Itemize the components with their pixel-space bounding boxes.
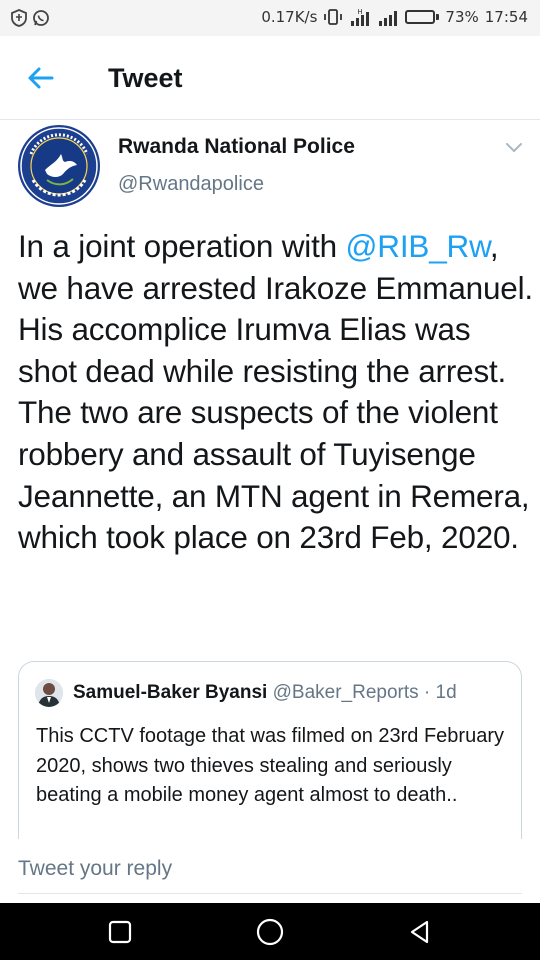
quote-author-handle: @Baker_Reports (272, 682, 419, 703)
back-triangle-icon (410, 920, 429, 944)
tweet-text: In a joint operation with @RIB_Rw, we ha… (18, 226, 534, 559)
shield-icon (11, 9, 27, 27)
home-circle-icon (256, 918, 284, 946)
author-name[interactable]: Rwanda National Police (118, 135, 355, 159)
status-left-icons (10, 9, 50, 27)
quote-author-name: Samuel-Baker Byansi (73, 682, 268, 703)
recents-square-icon (108, 920, 132, 944)
app-header: Tweet (0, 36, 540, 120)
home-button[interactable] (255, 917, 285, 947)
svg-text:H: H (358, 8, 363, 16)
author-handle[interactable]: @Rwandapolice (118, 173, 264, 196)
back-arrow-icon (28, 67, 54, 89)
status-bar: 0.17K/s H 73% 17:54 (0, 0, 540, 36)
whatsapp-icon (33, 10, 49, 26)
chevron-down-icon (506, 143, 522, 152)
quoted-tweet[interactable]: Samuel-Baker Byansi @Baker_Reports · 1d … (18, 661, 522, 839)
clock: 17:54 (484, 8, 528, 26)
mention-link[interactable]: @RIB_Rw (346, 228, 491, 264)
person-avatar-icon (35, 679, 63, 707)
avatar[interactable] (17, 124, 101, 208)
tweet-menu-button[interactable] (504, 139, 524, 155)
status-right-icons: 0.17K/s H 73% 17:54 (261, 8, 528, 26)
police-logo (18, 125, 100, 207)
signal-h-icon: H (351, 8, 370, 26)
network-speed: 0.17K/s (261, 8, 318, 26)
vibrate-icon (324, 9, 343, 25)
battery-percent: 73% (445, 8, 479, 26)
tweet-text-part: In a joint operation with (18, 228, 346, 264)
system-back-button[interactable] (405, 917, 435, 947)
back-button[interactable] (24, 61, 58, 95)
signal-icon (379, 11, 398, 26)
quote-age: 1d (435, 682, 457, 703)
system-nav-bar (0, 903, 540, 960)
reply-input[interactable] (18, 852, 318, 886)
battery-icon (405, 10, 440, 24)
quote-header: Samuel-Baker Byansi @Baker_Reports · 1d (73, 682, 457, 704)
reply-divider (18, 893, 522, 894)
quote-text: This CCTV footage that was filmed on 23r… (36, 725, 504, 806)
recents-button[interactable] (105, 917, 135, 947)
quote-avatar (35, 679, 63, 707)
quote-separator: · (418, 682, 436, 703)
page-title: Tweet (108, 63, 183, 93)
tweet-text-paragraph: The two are suspects of the violent robb… (18, 394, 530, 556)
